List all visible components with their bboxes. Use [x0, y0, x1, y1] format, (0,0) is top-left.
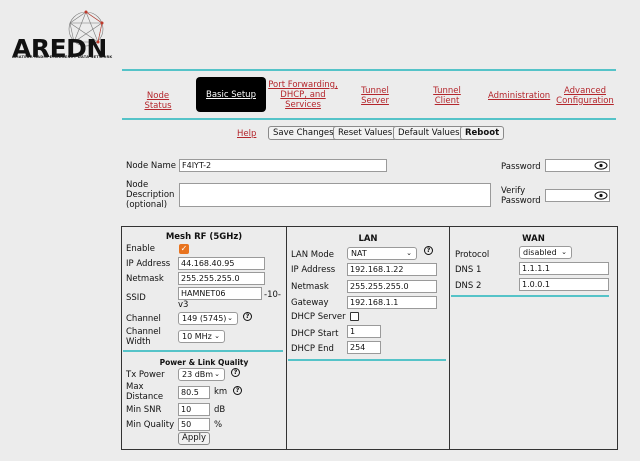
lan-ip-input[interactable]: 192.168.1.22 — [347, 263, 437, 276]
mesh-netmask-input[interactable]: 255.255.255.0 — [178, 272, 265, 285]
eye-icon[interactable] — [594, 161, 608, 170]
lan-gateway-label: Gateway — [291, 298, 329, 308]
apply-button[interactable]: Apply — [178, 432, 210, 445]
max-distance-unit: km — [214, 387, 228, 397]
dns2-input[interactable]: 1.0.0.1 — [519, 278, 609, 291]
ssid-input[interactable]: HAMNET06 — [178, 287, 262, 300]
mesh-rf-title: Mesh RF (5GHz) — [165, 232, 243, 242]
max-distance-input[interactable]: 80.5 — [178, 386, 210, 399]
logo-subtitle: AMATEUR RADIO EMERGENCY DATA NETWORK — [12, 55, 113, 59]
reboot-button[interactable]: Reboot — [460, 126, 505, 140]
lan-mode-select[interactable]: NAT ⌄ — [347, 247, 417, 260]
tx-power-select[interactable]: 23 dBm ⌄ — [178, 368, 225, 381]
nav-bottom-divider — [122, 118, 616, 120]
dns1-label: DNS 1 — [455, 265, 482, 275]
dhcp-end-input[interactable]: 254 — [347, 341, 381, 354]
ssid-label: SSID — [126, 293, 146, 303]
min-snr-input[interactable]: 10 — [178, 403, 210, 416]
nav-administration[interactable]: Administration — [488, 91, 550, 101]
wan-title: WAN — [522, 234, 545, 244]
nav-tunnel-server[interactable]: Tunnel Server — [355, 86, 395, 106]
node-description-label: Node Description (optional) — [126, 180, 175, 210]
lan-ip-label: IP Address — [291, 265, 336, 275]
ssid-suffix-version: v3 — [178, 300, 189, 310]
default-values-button[interactable]: Default Values — [393, 126, 465, 140]
min-snr-unit: dB — [214, 405, 226, 415]
node-description-input[interactable] — [179, 183, 491, 207]
eye-icon[interactable] — [594, 191, 608, 200]
password-label: Password — [501, 162, 541, 172]
ssid-suffix: -10- — [264, 290, 281, 300]
channel-label: Channel — [126, 314, 161, 324]
verify-password-label: Verify Password — [501, 186, 541, 206]
max-distance-label: Max Distance — [126, 382, 164, 402]
wan-divider — [451, 295, 609, 297]
lan-netmask-label: Netmask — [291, 282, 329, 292]
chevron-down-icon: ⌄ — [214, 332, 220, 340]
mesh-rf-divider — [123, 350, 283, 352]
node-name-input[interactable]: F4IYT-2 — [179, 159, 387, 172]
mesh-ip-input[interactable]: 44.168.40.95 — [178, 257, 265, 270]
min-quality-input[interactable]: 50 — [178, 418, 210, 431]
dns1-input[interactable]: 1.1.1.1 — [519, 262, 609, 275]
nav-node-status[interactable]: Node Status — [133, 91, 183, 111]
node-name-label: Node Name — [126, 161, 176, 171]
dhcp-server-label: DHCP Server — [291, 312, 346, 322]
channel-help-icon[interactable]: ? — [243, 312, 252, 321]
enable-label: Enable — [126, 244, 155, 254]
chevron-down-icon: ⌄ — [214, 370, 220, 378]
channel-width-label: Channel Width — [126, 327, 161, 347]
mesh-ip-label: IP Address — [126, 259, 171, 269]
dhcp-start-input[interactable]: 1 — [347, 325, 381, 338]
wan-protocol-select[interactable]: disabled ⌄ — [519, 246, 572, 259]
channel-width-select[interactable]: 10 MHz ⌄ — [178, 330, 225, 343]
nav-basic-setup[interactable]: Basic Setup — [196, 77, 266, 112]
dhcp-server-checkbox[interactable] — [350, 312, 359, 321]
save-changes-button[interactable]: Save Changes — [268, 126, 339, 140]
wan-protocol-label: Protocol — [455, 250, 490, 260]
lan-title: LAN — [358, 234, 378, 244]
help-link[interactable]: Help — [237, 129, 256, 139]
reset-values-button[interactable]: Reset Values — [333, 126, 398, 140]
min-quality-unit: % — [214, 420, 223, 430]
min-snr-label: Min SNR — [126, 405, 162, 415]
lan-netmask-input[interactable]: 255.255.255.0 — [347, 280, 437, 293]
tx-power-label: Tx Power — [126, 370, 165, 380]
max-distance-help-icon[interactable]: ? — [233, 386, 242, 395]
dns2-label: DNS 2 — [455, 281, 482, 291]
chevron-down-icon: ⌄ — [561, 248, 567, 256]
power-link-quality-title: Power & Link Quality — [159, 358, 249, 367]
chevron-down-icon: ⌄ — [227, 314, 233, 322]
min-quality-label: Min Quality — [126, 420, 175, 430]
lan-mode-label: LAN Mode — [291, 250, 334, 260]
dhcp-start-label: DHCP Start — [291, 329, 339, 339]
mesh-netmask-label: Netmask — [126, 274, 164, 284]
tx-power-help-icon[interactable]: ? — [231, 368, 240, 377]
nav-top-divider — [122, 69, 616, 71]
chevron-down-icon: ⌄ — [406, 249, 412, 257]
enable-checkbox[interactable]: ✓ — [179, 244, 189, 254]
lan-divider — [288, 359, 446, 361]
channel-select[interactable]: 149 (5745) ⌄ — [178, 312, 238, 325]
dhcp-end-label: DHCP End — [291, 344, 334, 354]
nav-advanced-configuration[interactable]: Advanced Configuration — [556, 86, 614, 106]
nav-tunnel-client[interactable]: Tunnel Client — [427, 86, 467, 106]
nav-port-forwarding[interactable]: Port Forwarding, DHCP, and Services — [268, 80, 338, 110]
lan-mode-help-icon[interactable]: ? — [424, 246, 433, 255]
lan-gateway-input[interactable]: 192.168.1.1 — [347, 296, 437, 309]
